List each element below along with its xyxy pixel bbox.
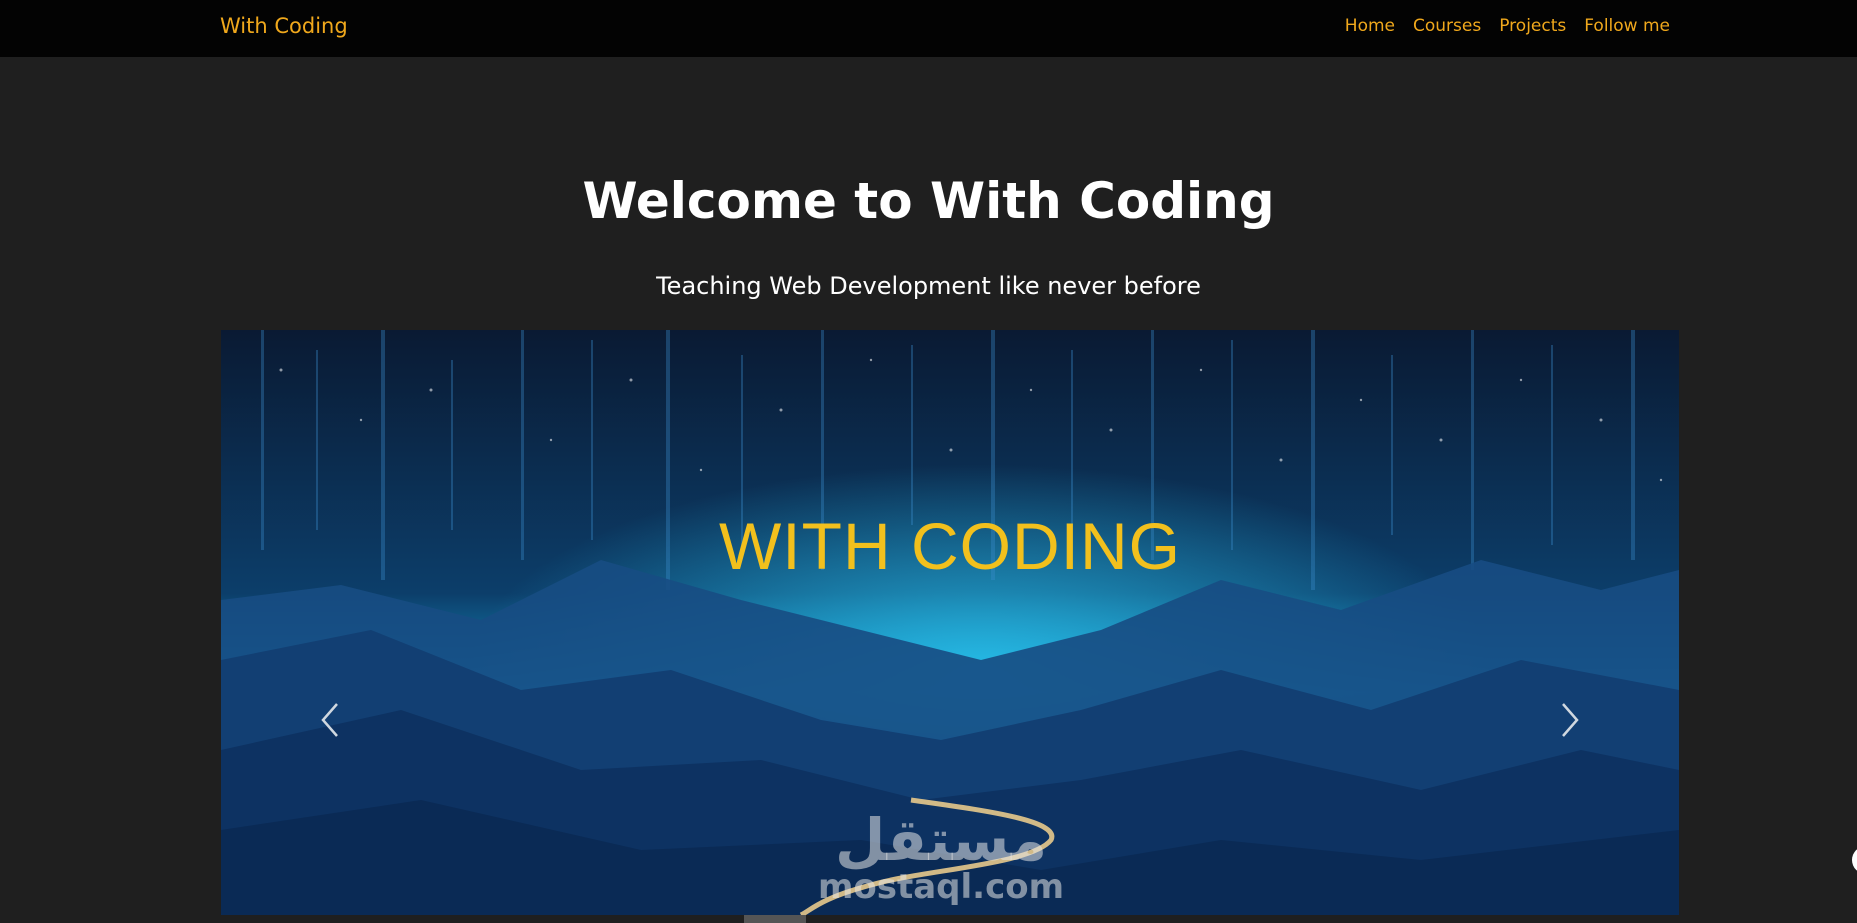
nav-follow-me-link[interactable]: Follow me xyxy=(1584,16,1670,36)
nav-courses-link[interactable]: Courses xyxy=(1413,16,1481,36)
nav-projects-link[interactable]: Projects xyxy=(1499,16,1566,36)
navbar: With Coding Home Courses Projects Follow… xyxy=(0,0,1857,57)
nav-home-link[interactable]: Home xyxy=(1345,16,1395,36)
watermark-site: mostaql.com xyxy=(817,867,1065,907)
watermark: مستقل mostaql.com xyxy=(811,810,1071,904)
hero-title: Welcome to With Coding xyxy=(582,172,1275,230)
carousel-prev-button[interactable] xyxy=(311,690,351,750)
floating-action-button[interactable] xyxy=(1852,846,1857,874)
chevron-left-icon xyxy=(321,703,338,737)
carousel-indicator[interactable] xyxy=(744,915,806,923)
carousel-next-button[interactable] xyxy=(1549,690,1589,750)
watermark-logo: مستقل xyxy=(834,806,1048,874)
nav-links: Home Courses Projects Follow me xyxy=(1345,16,1670,36)
image-carousel[interactable]: WITH CODING مستقل mostaql.com xyxy=(221,330,1679,915)
chevron-right-icon xyxy=(1562,703,1579,737)
hero-subtitle: Teaching Web Development like never befo… xyxy=(656,272,1201,300)
slide-caption: WITH CODING xyxy=(719,509,1181,583)
brand-link[interactable]: With Coding xyxy=(220,14,348,38)
